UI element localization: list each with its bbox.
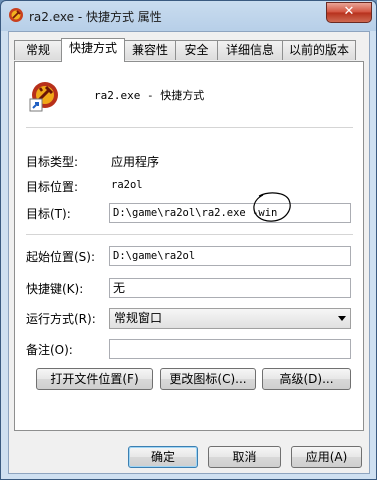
target-location-label: 目标位置: — [26, 180, 79, 194]
tab-general[interactable]: 常规 — [14, 40, 62, 60]
start-in-label: 起始位置(S): — [26, 250, 96, 264]
shortcut-icon — [29, 82, 58, 112]
tab-details[interactable]: 详细信息 — [217, 40, 283, 60]
window-title: ra2.exe - 快捷方式 属性 — [29, 10, 162, 24]
title-bar[interactable]: ra2.exe - 快捷方式 属性 ✕ — [1, 1, 376, 31]
separator — [26, 127, 353, 128]
comment-label: 备注(O): — [26, 343, 73, 357]
run-mode-value: 常规窗口 — [114, 311, 163, 325]
target-input[interactable]: D:\game\ra2ol\ra2.exe -win — [109, 203, 351, 223]
cancel-button[interactable]: 取消 — [208, 446, 281, 468]
target-type-label: 目标类型: — [26, 155, 79, 169]
start-in-input[interactable]: D:\game\ra2ol — [109, 246, 351, 266]
ok-button[interactable]: 确定 — [128, 446, 198, 468]
close-button[interactable]: ✕ — [326, 2, 372, 23]
ra2-app-icon — [9, 8, 23, 22]
chevron-down-icon — [338, 316, 346, 321]
separator — [26, 234, 353, 235]
tab-shortcut[interactable]: 快捷方式 — [61, 38, 125, 62]
target-label: 目标(T): — [26, 207, 71, 221]
apply-button[interactable]: 应用(A) — [291, 446, 362, 468]
change-icon-button[interactable]: 更改图标(C)... — [160, 368, 256, 390]
shortcut-name: ra2.exe - 快捷方式 — [94, 89, 205, 102]
advanced-button[interactable]: 高级(D)... — [262, 368, 351, 390]
tab-security[interactable]: 安全 — [175, 40, 218, 60]
target-type-value: 应用程序 — [111, 155, 160, 169]
tab-strip: 常规 快捷方式 兼容性 安全 详细信息 以前的版本 — [14, 38, 366, 62]
shortcut-panel: ra2.exe - 快捷方式 目标类型: 应用程序 目标位置: ra2ol 目标… — [14, 61, 364, 431]
run-label: 运行方式(R): — [26, 312, 96, 326]
properties-window: ra2.exe - 快捷方式 属性 ✕ 常规 快捷方式 兼容性 安全 详细信息 … — [0, 0, 377, 480]
tab-compatibility[interactable]: 兼容性 — [124, 40, 176, 60]
open-file-location-button[interactable]: 打开文件位置(F) — [36, 368, 153, 390]
dialog-client: 常规 快捷方式 兼容性 安全 详细信息 以前的版本 ra2.exe - 快捷方式… — [8, 31, 370, 474]
run-mode-dropdown[interactable]: 常规窗口 — [109, 308, 351, 329]
tab-previous-versions[interactable]: 以前的版本 — [282, 40, 356, 60]
target-location-value: ra2ol — [111, 179, 143, 191]
comment-input[interactable] — [109, 339, 351, 359]
hotkey-label: 快捷键(K): — [26, 282, 84, 296]
hotkey-input[interactable]: 无 — [109, 278, 351, 298]
